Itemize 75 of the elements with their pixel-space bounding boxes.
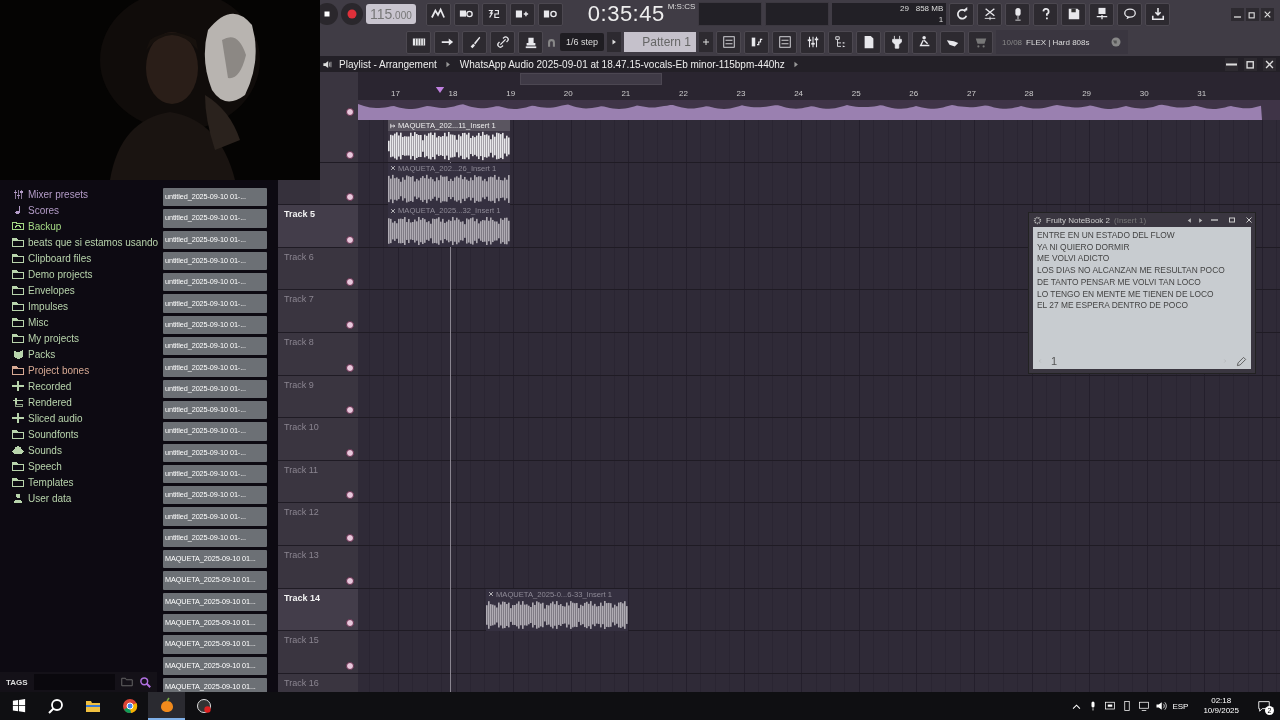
track-header[interactable]: Track 6 <box>278 247 358 290</box>
time-display: 0:35:45 <box>587 1 665 27</box>
browser-item[interactable]: Impulses <box>12 298 157 314</box>
browser-item[interactable]: Rendered <box>12 394 157 410</box>
browser-item[interactable]: Speech <box>12 458 157 474</box>
bar-number: 29 <box>1081 88 1092 98</box>
track-header[interactable]: Track 11 <box>278 460 358 503</box>
pattern-selector[interactable]: Pattern 1 <box>624 32 697 52</box>
browser-item[interactable]: My projects <box>12 330 157 346</box>
browser-item[interactable]: User data <box>12 490 157 506</box>
track-header[interactable]: Track 8 <box>278 332 358 375</box>
track-name[interactable]: Track 7 <box>284 294 314 305</box>
bar-number: 19 <box>505 88 516 98</box>
browser-item[interactable]: Misc <box>12 314 157 330</box>
track-name[interactable]: Track 11 <box>284 464 318 475</box>
track-header[interactable]: Track 15 <box>278 631 358 673</box>
page-number: 1 <box>1051 355 1058 367</box>
bar-number: 31 <box>1196 88 1207 98</box>
track-header[interactable]: Track 14 <box>278 588 358 631</box>
timeline-ruler[interactable]: 17 18 19 20 21 22 23 24 25 26 27 28 29 30 31 <box>358 86 1280 100</box>
track-header[interactable]: Track 12 <box>278 503 358 545</box>
browser-item[interactable]: Envelopes <box>12 282 157 298</box>
browser-item[interactable]: Project bones <box>12 362 157 378</box>
time-format-label: M:S:CS <box>667 2 696 11</box>
window-title: Playlist - Arrangement <box>339 58 437 70</box>
tags-label: TAGS <box>6 677 28 687</box>
browser-item[interactable]: Recorded <box>12 378 157 394</box>
browser-item[interactable]: Packs <box>12 346 157 362</box>
track-header[interactable]: Track 13 <box>278 545 358 588</box>
track-name[interactable]: Track 16 <box>284 677 319 688</box>
track-name[interactable]: Track 10 <box>284 422 319 433</box>
language-indicator[interactable]: ESP <box>1172 701 1189 711</box>
browser-item[interactable]: Sounds <box>12 442 157 458</box>
browser-item[interactable]: Clipboard files <box>12 250 157 266</box>
browser-item[interactable]: Sliced audio <box>12 410 157 426</box>
browser-item[interactable]: beats que si estamos usando <box>12 234 157 250</box>
bar-number: 21 <box>620 88 631 98</box>
hint-text: FLEX | Hard 808s <box>1026 37 1090 47</box>
track-name[interactable]: Track 14 <box>284 592 321 603</box>
notebook-title: Fruity NoteBook 2 <box>1046 215 1111 225</box>
track-name[interactable]: Track 5 <box>284 209 316 220</box>
bar-number: 28 <box>1023 88 1034 98</box>
bar-number: 23 <box>735 88 746 98</box>
browser-item[interactable]: Scores <box>12 202 157 218</box>
bar-number: 17 <box>390 88 400 98</box>
track-name[interactable]: Track 15 <box>284 635 319 646</box>
bar-number: 30 <box>1138 88 1149 98</box>
bar-number: 25 <box>850 88 861 98</box>
track-header[interactable]: Track 5 <box>278 205 358 247</box>
bar-number: 18 <box>447 88 458 98</box>
track-header[interactable]: Track 7 <box>278 290 358 332</box>
hint-count: 10/08 <box>1002 37 1023 47</box>
clock[interactable]: 02:18 10/9/2025 <box>1203 696 1239 716</box>
bar-number: 26 <box>908 88 919 98</box>
track-name[interactable]: Track 12 <box>284 507 319 518</box>
polyphony-value: 1 <box>937 14 944 25</box>
track-name[interactable]: Track 8 <box>284 336 314 347</box>
browser-item[interactable]: Soundfonts <box>12 426 157 442</box>
bar-number: 24 <box>793 88 804 98</box>
browser-item[interactable]: Backup <box>12 218 157 234</box>
track-header[interactable]: Track 10 <box>278 418 358 460</box>
tempo-display[interactable]: 115.000 <box>366 4 416 24</box>
browser-item[interactable]: Demo projects <box>12 266 157 282</box>
bar-number: 20 <box>562 88 573 98</box>
track-header[interactable]: Track 9 <box>278 375 358 418</box>
browser-item[interactable]: Mixer presets <box>12 186 157 202</box>
pattern-path: WhatsApp Audio 2025-09-01 at 18.47.15-vocals-Eb minor-115bpm-440hz <box>459 58 785 70</box>
track-name[interactable]: Track 9 <box>284 379 314 390</box>
track-name[interactable]: Track 13 <box>284 549 319 560</box>
snap-selector[interactable]: 1/6 step <box>560 33 605 51</box>
bar-number: 22 <box>677 88 688 98</box>
cpu-value: 29 858 MB <box>900 3 944 14</box>
track-name[interactable]: Track 6 <box>284 251 314 262</box>
browser-item[interactable]: Templates <box>12 474 157 490</box>
bar-number: 27 <box>965 88 976 98</box>
